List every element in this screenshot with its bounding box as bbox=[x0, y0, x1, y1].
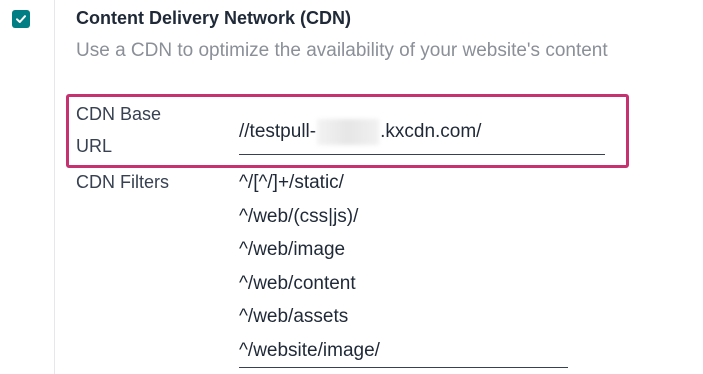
filter-line: ^/[^/]+/static/ bbox=[239, 172, 344, 193]
url-prefix-text: //testpull- bbox=[239, 121, 317, 142]
url-suffix-text: .kxcdn.com/ bbox=[380, 121, 482, 142]
cdn-base-url-label: CDN Base URL bbox=[76, 104, 162, 156]
checkmark-icon bbox=[16, 15, 26, 23]
filter-line: ^/web/image bbox=[239, 239, 346, 260]
cdn-enable-checkbox[interactable] bbox=[12, 10, 30, 28]
filter-line: ^/website/image/ bbox=[239, 339, 380, 361]
section-divider bbox=[54, 0, 55, 374]
redacted-region bbox=[317, 119, 380, 145]
setting-title: Content Delivery Network (CDN) bbox=[76, 8, 352, 28]
filter-line: ^/web/content bbox=[239, 272, 356, 294]
filter-line: ^/web/assets bbox=[239, 306, 349, 327]
filter-line: ^/web/(css|js)/ bbox=[239, 205, 359, 227]
cdn-filters-textarea[interactable]: ^/[^/]+/static/ ^/web/(css|js)/ ^/web/im… bbox=[239, 166, 568, 368]
setting-description: Use a CDN to optimize the availability o… bbox=[76, 40, 608, 61]
cdn-filters-label: CDN Filters bbox=[76, 172, 169, 192]
cdn-base-url-input[interactable]: //testpull- .kxcdn.com/ bbox=[239, 110, 605, 155]
